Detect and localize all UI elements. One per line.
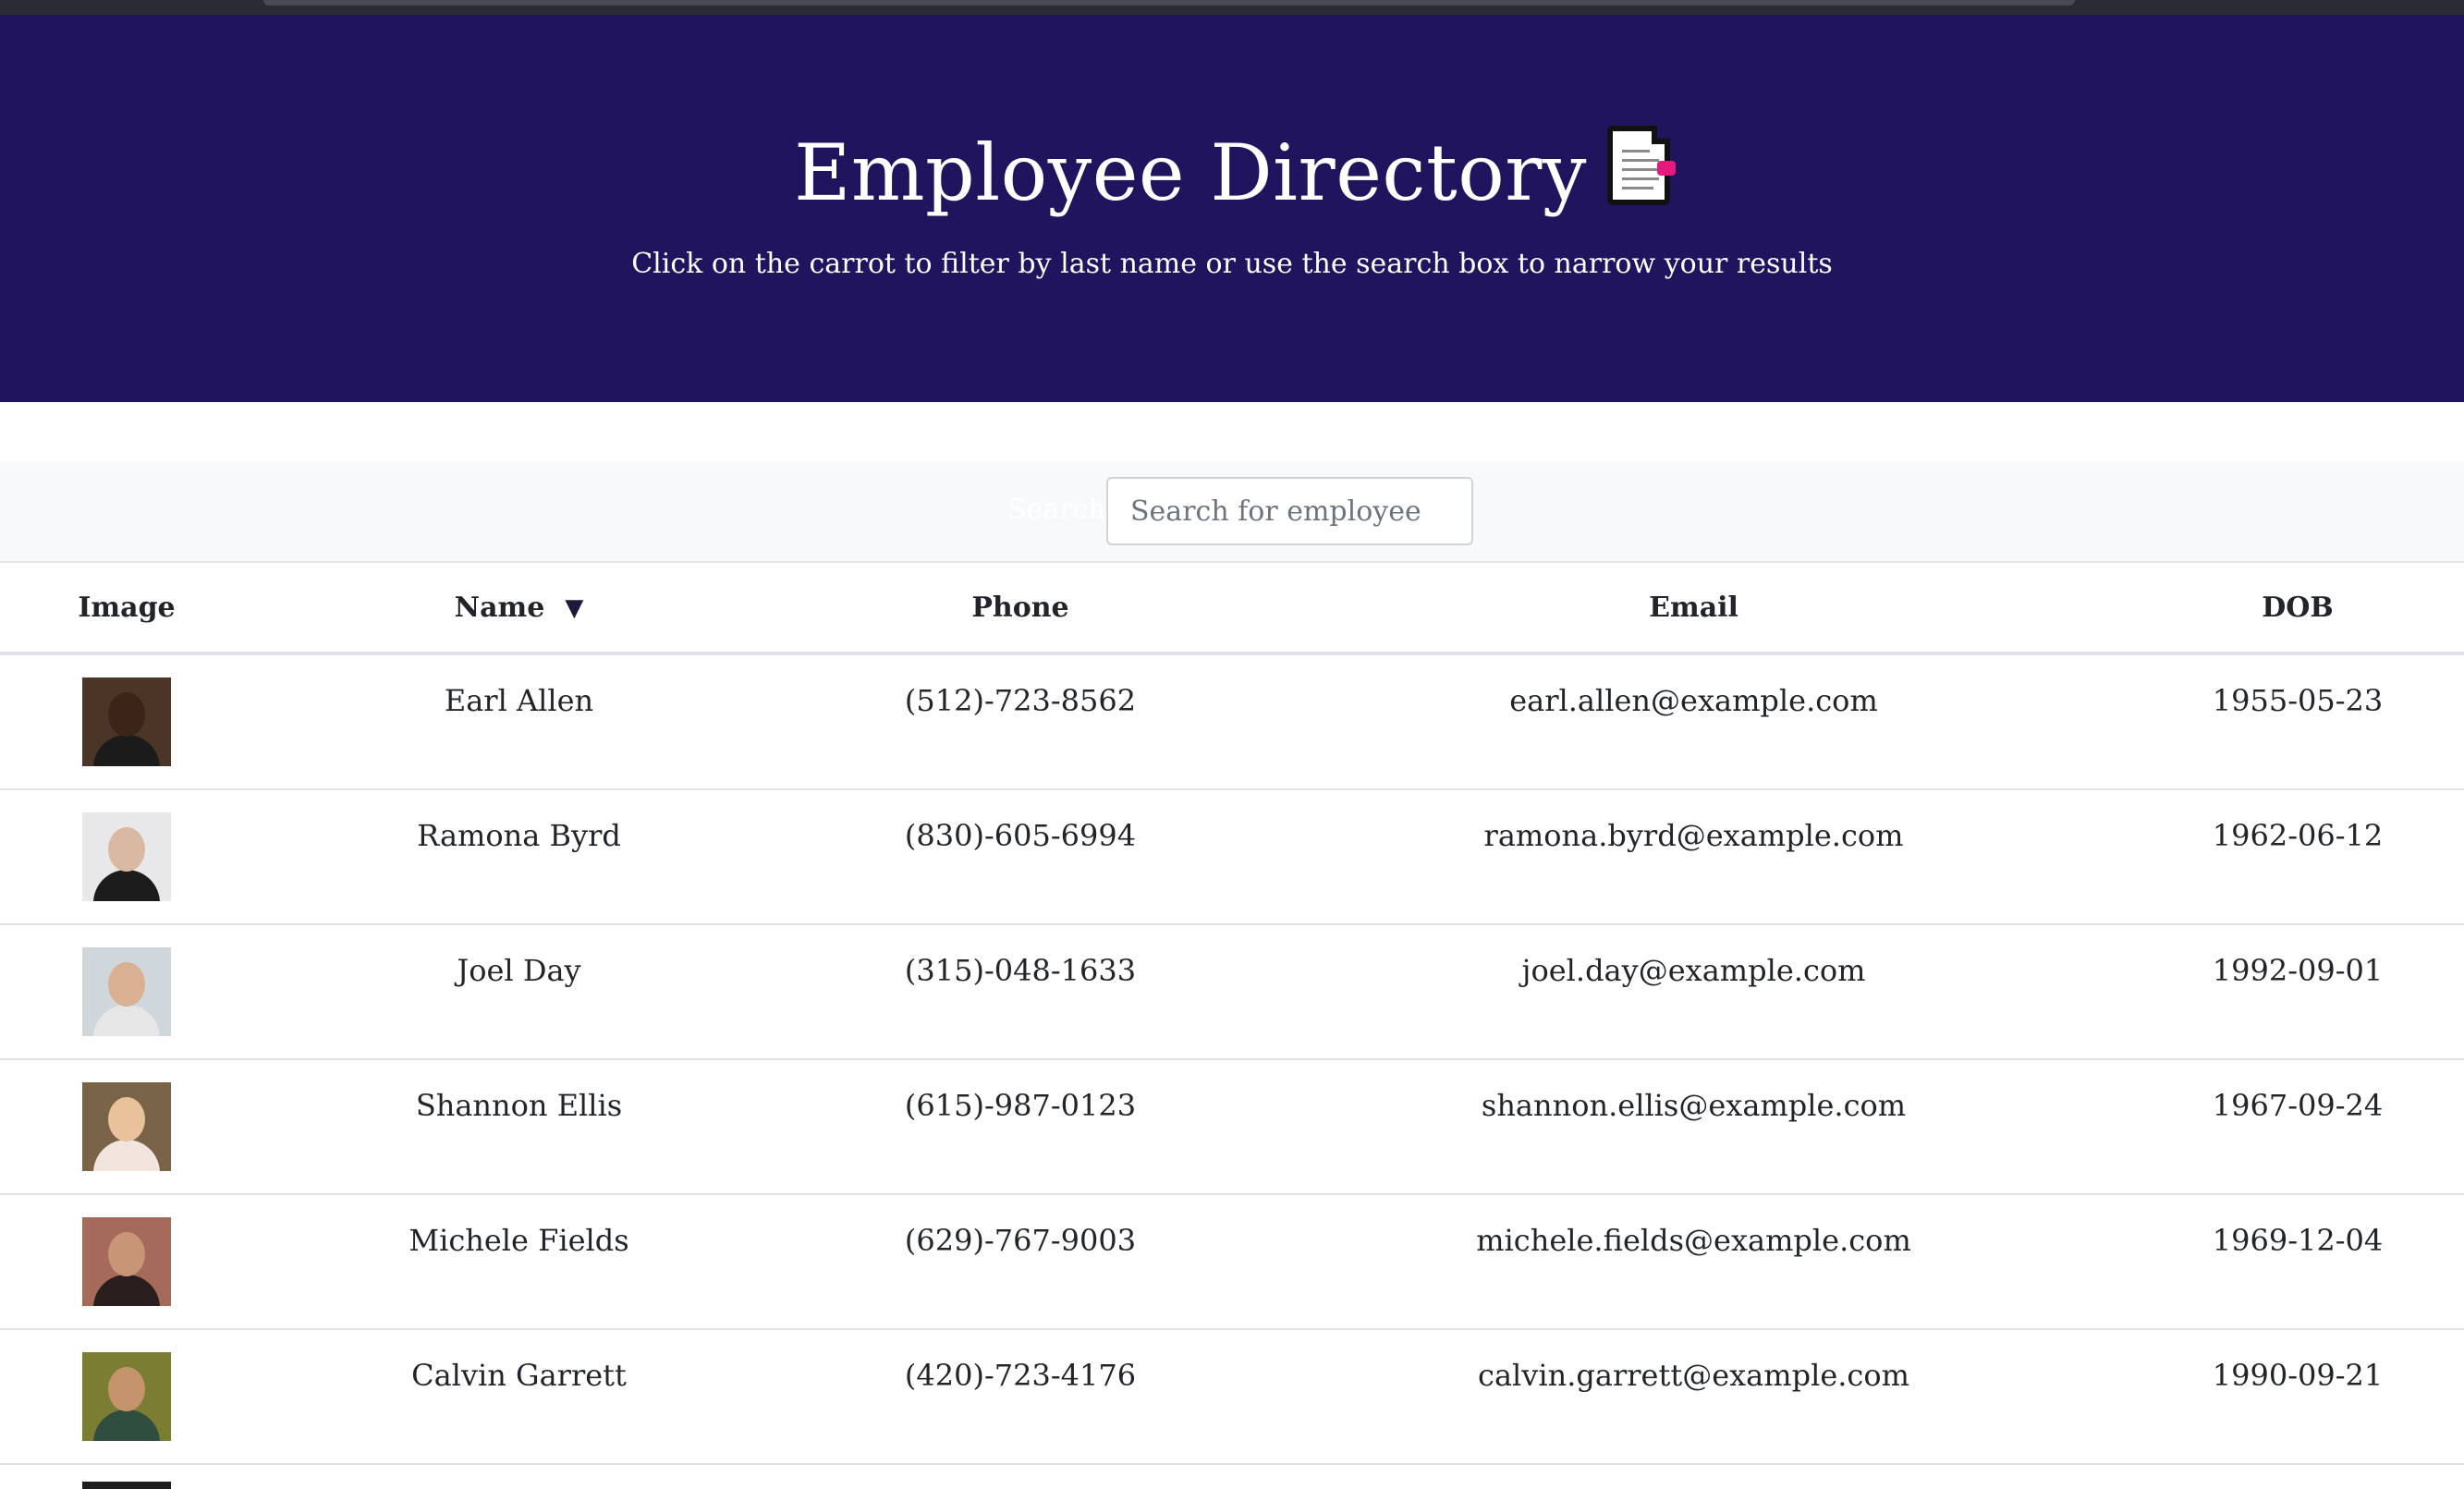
- name-cell: Michele Fields: [253, 1194, 785, 1330]
- image-cell: [0, 653, 253, 790]
- search-label: Search:: [1007, 494, 1116, 526]
- name-cell: Calvin Garrett: [253, 1329, 785, 1465]
- column-header-image: Image: [0, 563, 253, 655]
- employee-table: Image Name ▼ Phone Email DOB Earl Allen (5…: [0, 563, 2464, 1465]
- table-header-row: Image Name ▼ Phone Email DOB: [0, 563, 2464, 655]
- email-cell: michele.fields@example.com: [1256, 1194, 2131, 1330]
- name-cell-text: Ramona Byrd: [417, 818, 621, 853]
- avatar: [82, 812, 171, 901]
- email-cell: joel.day@example.com: [1256, 924, 2131, 1060]
- search-input[interactable]: [1106, 477, 1473, 545]
- document-icon: [1606, 126, 1676, 205]
- image-cell: [0, 1329, 253, 1465]
- browser-urlbar-edge: [263, 0, 2075, 6]
- email-cell-text: joel.day@example.com: [1521, 953, 1866, 988]
- phone-cell-text: (629)-767-9003: [904, 1223, 1137, 1258]
- image-cell: [0, 1059, 253, 1195]
- table-row: Shannon Ellis (615)-987-0123 shannon.ellis…: [0, 1059, 2464, 1195]
- phone-cell-text: (512)-723-8562: [904, 683, 1137, 718]
- avatar: [82, 1217, 171, 1306]
- avatar: [82, 947, 171, 1036]
- page-subtitle: Click on the carrot to filter by last na…: [631, 248, 1833, 280]
- email-cell: calvin.garrett@example.com: [1256, 1329, 2131, 1465]
- email-cell: shannon.ellis@example.com: [1256, 1059, 2131, 1195]
- browser-top-edge: [0, 0, 2464, 15]
- name-cell: Ramona Byrd: [253, 789, 785, 925]
- email-cell: ramona.byrd@example.com: [1256, 789, 2131, 925]
- name-cell-text: Michele Fields: [409, 1223, 629, 1258]
- avatar-partial: [82, 1482, 171, 1489]
- phone-cell: (315)-048-1633: [785, 924, 1256, 1060]
- column-header-email: Email: [1256, 563, 2131, 655]
- page-title: Employee Directory: [0, 126, 2464, 212]
- column-header-phone: Phone: [785, 563, 1256, 655]
- dob-cell-text: 1955-05-23: [2212, 683, 2384, 718]
- dob-cell-text: 1990-09-21: [2212, 1358, 2384, 1393]
- image-cell: [0, 789, 253, 925]
- avatar: [82, 677, 171, 766]
- phone-cell-text: (615)-987-0123: [904, 1088, 1137, 1123]
- dob-cell: 1990-09-21: [2131, 1329, 2464, 1465]
- email-cell-text: calvin.garrett@example.com: [1478, 1358, 1909, 1393]
- phone-cell: (615)-987-0123: [785, 1059, 1256, 1195]
- phone-cell-text: (830)-605-6994: [904, 818, 1137, 853]
- dob-cell-text: 1962-06-12: [2212, 818, 2384, 853]
- table-row: Calvin Garrett (420)-723-4176 calvin.garre…: [0, 1329, 2464, 1465]
- page-header: Employee Directory Click on the carrot t…: [0, 15, 2464, 402]
- dob-cell: 1962-06-12: [2131, 789, 2464, 925]
- phone-cell-text: (420)-723-4176: [904, 1358, 1137, 1393]
- name-cell-text: Joel Day: [457, 953, 581, 988]
- email-cell-text: michele.fields@example.com: [1476, 1223, 1911, 1258]
- phone-cell: (629)-767-9003: [785, 1194, 1256, 1330]
- image-cell: [0, 924, 253, 1060]
- name-cell: Joel Day: [253, 924, 785, 1060]
- search-bar: Search:: [0, 461, 2464, 563]
- table-row: Earl Allen (512)-723-8562 earl.allen@examp…: [0, 653, 2464, 790]
- dob-cell-text: 1967-09-24: [2212, 1088, 2384, 1123]
- dob-cell: 1992-09-01: [2131, 924, 2464, 1060]
- name-cell-text: Shannon Ellis: [415, 1088, 623, 1123]
- dob-cell: 1969-12-04: [2131, 1194, 2464, 1330]
- phone-cell-text: (315)-048-1633: [904, 953, 1137, 988]
- sort-caret-icon[interactable]: ▼: [565, 594, 583, 622]
- table-row: Joel Day (315)-048-1633 joel.day@example.c…: [0, 924, 2464, 1060]
- email-cell-text: shannon.ellis@example.com: [1481, 1088, 1907, 1123]
- email-cell-text: earl.allen@example.com: [1509, 683, 1878, 718]
- email-cell-text: ramona.byrd@example.com: [1483, 818, 1904, 853]
- image-cell: [0, 1194, 253, 1330]
- name-cell: Earl Allen: [253, 653, 785, 790]
- name-cell-text: Calvin Garrett: [411, 1358, 627, 1393]
- phone-cell: (830)-605-6994: [785, 789, 1256, 925]
- table-row: Michele Fields (629)-767-9003 michele.fiel…: [0, 1194, 2464, 1330]
- page-title-text: Employee Directory: [794, 128, 1587, 218]
- avatar: [82, 1352, 171, 1441]
- email-cell: earl.allen@example.com: [1256, 653, 2131, 790]
- dob-cell: 1955-05-23: [2131, 653, 2464, 790]
- column-header-name[interactable]: Name ▼: [253, 563, 785, 655]
- avatar: [82, 1082, 171, 1171]
- dob-cell-text: 1969-12-04: [2212, 1223, 2384, 1258]
- phone-cell: (512)-723-8562: [785, 653, 1256, 790]
- phone-cell: (420)-723-4176: [785, 1329, 1256, 1465]
- column-header-dob: DOB: [2131, 563, 2464, 655]
- name-cell-text: Earl Allen: [444, 683, 594, 718]
- name-cell: Shannon Ellis: [253, 1059, 785, 1195]
- dob-cell: 1967-09-24: [2131, 1059, 2464, 1195]
- table-row: Ramona Byrd (830)-605-6994 ramona.byrd@exa…: [0, 789, 2464, 925]
- dob-cell-text: 1992-09-01: [2212, 953, 2384, 988]
- column-header-name-label: Name: [454, 591, 545, 624]
